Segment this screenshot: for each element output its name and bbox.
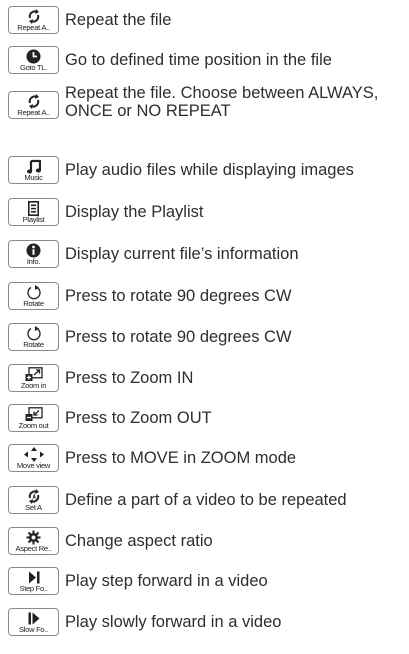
repeat-icon xyxy=(9,9,58,24)
item-description: Press to MOVE in ZOOM mode xyxy=(65,449,297,467)
item-description: Change aspect ratio xyxy=(65,532,213,550)
set-a-button[interactable]: Set A xyxy=(8,486,59,514)
aspect-gear-icon xyxy=(9,530,58,545)
button-caption: Step Fo.. xyxy=(19,584,48,593)
button-caption: Rotate xyxy=(23,340,44,349)
rotate-button[interactable]: Rotate xyxy=(8,282,59,310)
zoom-in-button[interactable]: Zoom in xyxy=(8,364,59,392)
item-description: Press to rotate 90 degrees CW xyxy=(65,287,292,305)
button-caption: Rotate xyxy=(23,299,44,308)
button-caption: Info. xyxy=(26,257,41,266)
zoom-out-button[interactable]: Zoom out xyxy=(8,404,59,432)
item-description: Play audio files while displaying images xyxy=(65,161,354,179)
list-item: Music Play audio files while displaying … xyxy=(8,156,354,184)
list-item: Move view Press to MOVE in ZOOM mode xyxy=(8,444,296,472)
button-caption: Move view xyxy=(16,461,51,470)
list-item: Zoom in Press to Zoom IN xyxy=(8,364,193,392)
button-caption: Slow Fo.. xyxy=(19,625,48,634)
item-description: Define a part of a video to be repeated xyxy=(65,491,347,509)
item-description: Press to Zoom IN xyxy=(65,369,194,387)
music-note-icon xyxy=(9,159,58,174)
item-description: Display current file’s information xyxy=(65,245,299,263)
item-description: Repeat the file. Choose between ALWAYS, … xyxy=(65,84,379,120)
list-item: Repeat A.. Repeat the file xyxy=(8,6,171,34)
rotate-cw-icon xyxy=(9,326,58,341)
repeat-icon xyxy=(9,94,58,109)
item-description: Play slowly forward in a video xyxy=(65,613,282,631)
list-item: Goto TL. Go to defined time position in … xyxy=(8,46,332,74)
move-view-button[interactable]: Move view xyxy=(8,444,59,472)
step-forward-button[interactable]: Step Fo.. xyxy=(8,567,59,595)
button-caption: Aspect Re.. xyxy=(15,544,52,553)
aspect-ratio-button[interactable]: Aspect Re.. xyxy=(8,527,59,555)
clock-icon xyxy=(9,49,58,64)
zoom-in-icon xyxy=(9,367,58,382)
list-item: Set A Define a part of a video to be rep… xyxy=(8,486,347,514)
button-caption: Set A xyxy=(25,503,42,512)
zoom-out-icon xyxy=(9,407,58,422)
list-item: Rotate Press to rotate 90 degrees CW xyxy=(8,323,292,351)
rotate-button[interactable]: Rotate xyxy=(8,323,59,351)
list-item: Step Fo.. Play step forward in a video xyxy=(8,567,268,595)
button-caption: Music xyxy=(24,173,43,182)
music-button[interactable]: Music xyxy=(8,156,59,184)
button-caption: Repeat A.. xyxy=(17,108,50,117)
item-description: Display the Playlist xyxy=(65,203,204,221)
list-item: Rotate Press to rotate 90 degrees CW xyxy=(8,282,292,310)
list-item: Playlist Display the Playlist xyxy=(8,198,203,226)
playlist-button[interactable]: Playlist xyxy=(8,198,59,226)
slow-forward-button[interactable]: Slow Fo.. xyxy=(8,608,59,636)
button-caption: Zoom in xyxy=(20,381,47,390)
set-a-icon xyxy=(9,489,58,504)
button-caption: Zoom out xyxy=(18,421,49,430)
repeat-all-button[interactable]: Repeat A.. xyxy=(8,6,59,34)
item-description: Repeat the file xyxy=(65,11,172,29)
list-item: Zoom out Press to Zoom OUT xyxy=(8,404,212,432)
button-caption: Playlist xyxy=(22,215,45,224)
item-description: Play step forward in a video xyxy=(65,572,268,590)
step-forward-icon xyxy=(9,570,58,585)
list-item: Info. Display current file’s information xyxy=(8,240,299,268)
info-button[interactable]: Info. xyxy=(8,240,59,268)
rotate-cw-icon xyxy=(9,285,58,300)
list-item: Repeat A.. Repeat the file. Choose betwe… xyxy=(8,84,395,120)
repeat-all-button[interactable]: Repeat A.. xyxy=(8,91,59,119)
slow-forward-icon xyxy=(9,611,58,626)
goto-timeline-button[interactable]: Goto TL. xyxy=(8,46,59,74)
item-description: Press to Zoom OUT xyxy=(65,409,212,427)
button-caption: Goto TL. xyxy=(19,63,47,72)
move-arrows-icon xyxy=(9,447,58,462)
item-description: Press to rotate 90 degrees CW xyxy=(65,328,292,346)
button-caption: Repeat A.. xyxy=(17,23,50,32)
item-description: Go to defined time position in the file xyxy=(65,51,332,69)
playlist-icon xyxy=(9,201,58,216)
list-item: Slow Fo.. Play slowly forward in a video xyxy=(8,608,281,636)
list-item: Aspect Re.. Change aspect ratio xyxy=(8,527,213,555)
info-icon xyxy=(9,243,58,258)
